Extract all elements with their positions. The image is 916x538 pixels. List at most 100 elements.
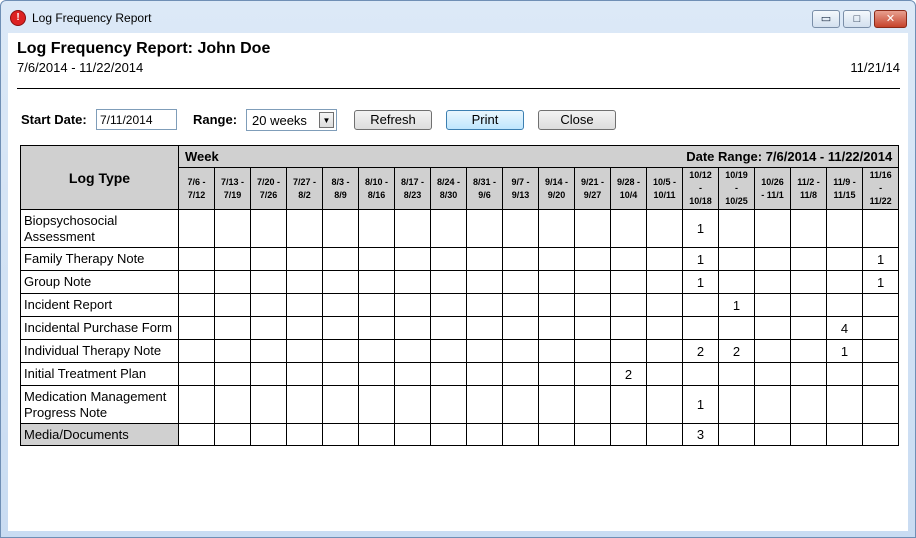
week-label-line: 8/17 - bbox=[400, 176, 424, 187]
count-cell bbox=[322, 209, 359, 248]
count-cell: 1 bbox=[682, 247, 719, 271]
count-cell bbox=[754, 385, 791, 424]
count-cell bbox=[250, 247, 287, 271]
week-column-header: 9/28 - 10/4 bbox=[610, 167, 647, 210]
close-button[interactable]: Close bbox=[538, 110, 616, 130]
count-cell bbox=[430, 293, 467, 317]
week-column-header: 8/31 - 9/6 bbox=[466, 167, 503, 210]
count-cell bbox=[250, 316, 287, 340]
count-cell bbox=[502, 293, 539, 317]
week-column-header: 11/16 - 11/22 bbox=[861, 167, 900, 210]
print-button[interactable]: Print bbox=[446, 110, 524, 130]
count-cell bbox=[574, 247, 611, 271]
count-cell bbox=[430, 362, 467, 386]
count-cell: 3 bbox=[682, 423, 719, 446]
count-cell bbox=[214, 270, 251, 294]
refresh-button[interactable]: Refresh bbox=[354, 110, 432, 130]
count-cell bbox=[538, 247, 575, 271]
count-cell bbox=[322, 270, 359, 294]
count-cell bbox=[286, 339, 323, 363]
week-column-header: 7/20 - 7/26 bbox=[250, 167, 287, 210]
table-row: Incidental Purchase Form 4 bbox=[20, 316, 900, 340]
count-cell bbox=[502, 423, 539, 446]
log-type-label: Family Therapy Note bbox=[20, 247, 179, 271]
count-cell: 2 bbox=[682, 339, 719, 363]
count-cell bbox=[754, 316, 791, 340]
count-cell bbox=[178, 209, 215, 248]
week-label-line: 9/28 - bbox=[616, 176, 640, 187]
table-row: Incident Report 1 bbox=[20, 293, 900, 317]
count-cell bbox=[214, 339, 251, 363]
week-label-line: 9/20 bbox=[547, 189, 566, 200]
count-cell bbox=[358, 423, 395, 446]
count-cell bbox=[250, 423, 287, 446]
count-cell bbox=[826, 270, 863, 294]
count-cell bbox=[178, 339, 215, 363]
count-cell bbox=[861, 293, 900, 317]
count-cell bbox=[718, 270, 755, 294]
count-cell bbox=[610, 293, 647, 317]
week-label-line: 10/12 bbox=[689, 170, 712, 180]
count-cell bbox=[502, 316, 539, 340]
count-cell bbox=[466, 293, 503, 317]
count-cell bbox=[718, 385, 755, 424]
count-cell bbox=[502, 362, 539, 386]
count-cell bbox=[826, 385, 863, 424]
count-cell bbox=[826, 293, 863, 317]
count-cell bbox=[322, 339, 359, 363]
count-cell bbox=[358, 385, 395, 424]
count-cell bbox=[826, 209, 863, 248]
count-cell: 1 bbox=[861, 270, 900, 294]
week-label-line: 9/27 bbox=[583, 189, 602, 200]
count-cell bbox=[394, 362, 431, 386]
count-cell bbox=[286, 362, 323, 386]
count-cell bbox=[394, 270, 431, 294]
count-cell bbox=[178, 270, 215, 294]
week-label-line: 7/13 - bbox=[220, 176, 244, 187]
count-cell: 1 bbox=[682, 270, 719, 294]
count-cell bbox=[682, 293, 719, 317]
count-cell bbox=[358, 362, 395, 386]
count-cell bbox=[574, 316, 611, 340]
count-cell bbox=[646, 423, 683, 446]
count-cell bbox=[574, 423, 611, 446]
close-window-button[interactable]: ✕ bbox=[874, 10, 907, 28]
week-label-line: 7/19 bbox=[223, 189, 242, 200]
count-cell bbox=[466, 362, 503, 386]
week-label-line: 8/30 bbox=[439, 189, 458, 200]
count-cell bbox=[178, 247, 215, 271]
range-select[interactable]: 20 weeks ▼ bbox=[246, 109, 337, 131]
count-cell bbox=[790, 385, 827, 424]
count-cell bbox=[214, 293, 251, 317]
app-icon: ! bbox=[10, 10, 26, 26]
count-cell bbox=[682, 316, 719, 340]
count-cell bbox=[394, 209, 431, 248]
title-bar[interactable]: ! Log Frequency Report ▭ □ ✕ bbox=[1, 1, 915, 33]
chevron-down-icon[interactable]: ▼ bbox=[319, 112, 334, 128]
maximize-button[interactable]: □ bbox=[843, 10, 871, 28]
report-body: Log Frequency Report: John Doe 7/6/2014 … bbox=[8, 33, 908, 531]
count-cell bbox=[754, 423, 791, 446]
week-label-line: 7/6 - bbox=[187, 176, 206, 187]
start-date-input[interactable] bbox=[96, 109, 177, 130]
count-cell bbox=[538, 423, 575, 446]
count-cell bbox=[394, 316, 431, 340]
count-cell bbox=[502, 339, 539, 363]
minimize-button[interactable]: ▭ bbox=[812, 10, 840, 28]
week-column-header: 9/14 - 9/20 bbox=[538, 167, 575, 210]
count-cell bbox=[430, 339, 467, 363]
log-type-label: Biopsychosocial Assessment bbox=[20, 209, 179, 248]
log-type-label: Group Note bbox=[20, 270, 179, 294]
count-cell bbox=[538, 362, 575, 386]
week-column-header: 11/2 - 11/8 bbox=[790, 167, 827, 210]
count-cell bbox=[861, 316, 900, 340]
count-cell bbox=[466, 339, 503, 363]
week-header: Week bbox=[185, 149, 219, 164]
week-label-line: - bbox=[699, 183, 702, 193]
week-label-line: - bbox=[879, 183, 883, 193]
log-type-label: Individual Therapy Note bbox=[20, 339, 179, 363]
count-cell bbox=[358, 316, 395, 340]
week-label-line: - bbox=[735, 183, 738, 193]
count-cell bbox=[646, 316, 683, 340]
count-cell: 1 bbox=[718, 293, 755, 317]
